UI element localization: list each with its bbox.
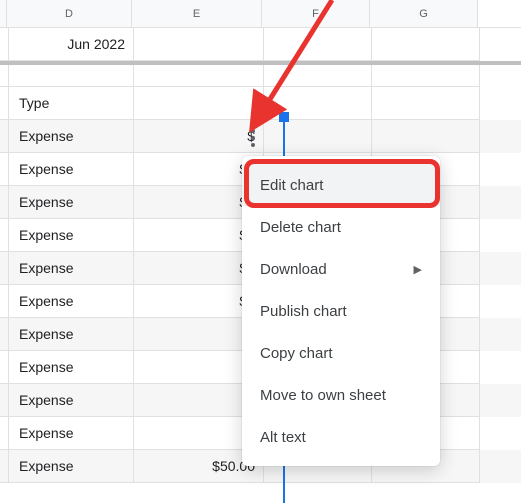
cell-type[interactable]: Expense [9, 120, 134, 153]
column-header-d[interactable]: D [7, 0, 132, 27]
chart-options-button[interactable] [241, 126, 265, 150]
cell-type[interactable]: Expense [9, 450, 134, 483]
menu-alt-text[interactable]: Alt text [242, 416, 440, 458]
cell-stub[interactable] [0, 28, 9, 61]
menu-label: Move to own sheet [260, 387, 386, 404]
cell-stub[interactable] [0, 450, 9, 483]
row-date: Jun 2022 [0, 28, 521, 61]
menu-delete-chart[interactable]: Delete chart [242, 206, 440, 248]
cell-value[interactable] [134, 87, 264, 120]
cell[interactable] [134, 28, 264, 61]
cell-type[interactable]: Type [9, 87, 134, 120]
cell-stub[interactable] [0, 318, 9, 351]
cell-type[interactable]: Expense [9, 186, 134, 219]
row-partial [0, 65, 521, 87]
cell[interactable] [9, 65, 134, 87]
cell-type[interactable]: Expense [9, 219, 134, 252]
chevron-right-icon: ▶ [414, 263, 422, 276]
cell-type[interactable]: Expense [9, 351, 134, 384]
cell-type[interactable]: Expense [9, 153, 134, 186]
menu-copy-chart[interactable]: Copy chart [242, 332, 440, 374]
cell-stub[interactable] [0, 285, 9, 318]
cell-stub[interactable] [0, 351, 9, 384]
menu-label: Alt text [260, 429, 306, 446]
cell[interactable] [372, 28, 480, 61]
cell[interactable] [264, 65, 372, 87]
cell-stub[interactable] [0, 87, 9, 120]
cell[interactable] [134, 65, 264, 87]
column-header-row: D E F G [0, 0, 521, 28]
menu-label: Publish chart [260, 303, 347, 320]
cell-stub[interactable] [0, 153, 9, 186]
menu-label: Copy chart [260, 345, 333, 362]
cell-type[interactable]: Expense [9, 318, 134, 351]
menu-edit-chart[interactable]: Edit chart [242, 164, 440, 206]
cell-type[interactable]: Expense [9, 252, 134, 285]
cell-type[interactable]: Expense [9, 417, 134, 450]
cell-type[interactable]: Expense [9, 285, 134, 318]
cell[interactable] [372, 120, 480, 153]
cell-stub[interactable] [0, 186, 9, 219]
chart-context-menu: Edit chart Delete chart Download ▶ Publi… [242, 156, 440, 466]
menu-move-to-sheet[interactable]: Move to own sheet [242, 374, 440, 416]
cell-stub[interactable] [0, 120, 9, 153]
menu-download[interactable]: Download ▶ [242, 248, 440, 290]
column-stub [0, 0, 7, 27]
column-header-f[interactable]: F [262, 0, 370, 27]
chart-resize-handle[interactable] [279, 112, 289, 122]
cell-month[interactable]: Jun 2022 [9, 28, 134, 61]
cell-stub[interactable] [0, 417, 9, 450]
cell-stub[interactable] [0, 65, 9, 87]
menu-label: Delete chart [260, 219, 341, 236]
menu-label: Edit chart [260, 177, 323, 194]
cell[interactable] [264, 120, 372, 153]
cell[interactable] [372, 87, 480, 120]
menu-label: Download [260, 261, 327, 278]
kebab-icon [251, 129, 255, 147]
cell-stub[interactable] [0, 384, 9, 417]
cell-stub[interactable] [0, 219, 9, 252]
column-header-g[interactable]: G [370, 0, 478, 27]
cell[interactable] [264, 28, 372, 61]
menu-publish-chart[interactable]: Publish chart [242, 290, 440, 332]
cell-type[interactable]: Expense [9, 384, 134, 417]
cell-stub[interactable] [0, 252, 9, 285]
column-header-e[interactable]: E [132, 0, 262, 27]
table-row: Type [0, 87, 521, 120]
cell[interactable] [372, 65, 480, 87]
